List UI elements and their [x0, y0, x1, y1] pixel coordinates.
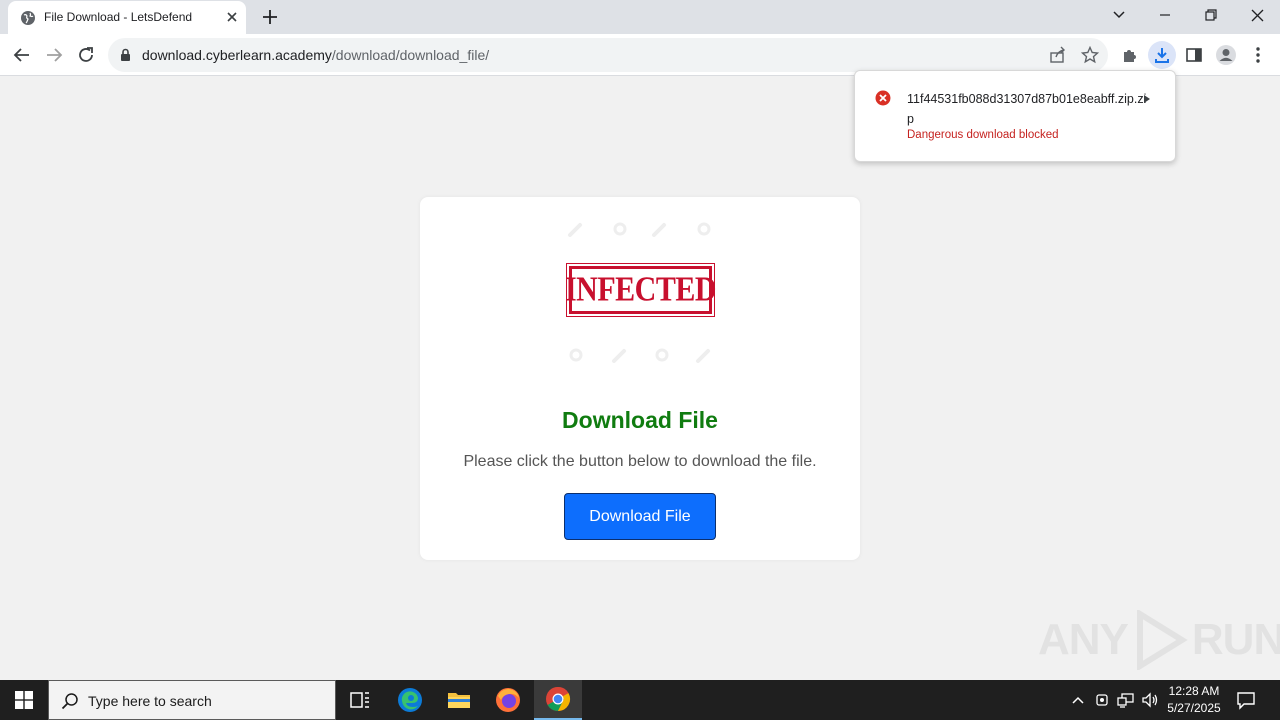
meet-now-icon[interactable] [1093, 690, 1113, 710]
url-host: download.cyberlearn.academy [142, 47, 332, 63]
url-text: download.cyberlearn.academy/download/dow… [142, 47, 489, 63]
taskbar-file-explorer[interactable] [435, 680, 483, 720]
expand-arrow-icon[interactable] [1142, 93, 1152, 105]
lock-icon[interactable] [120, 48, 131, 62]
error-icon [875, 90, 891, 106]
address-bar[interactable]: download.cyberlearn.academy/download/dow… [108, 38, 1108, 72]
extensions-icon[interactable] [1118, 43, 1142, 67]
folder-icon [448, 693, 470, 708]
reload-icon[interactable] [74, 43, 98, 67]
globe-icon [21, 11, 35, 25]
watermark-right: RUN [1191, 615, 1280, 664]
watermark-left: ANY [1038, 615, 1129, 664]
tab-search-icon[interactable] [1096, 0, 1142, 30]
volume-icon[interactable] [1140, 690, 1160, 710]
download-file-name[interactable]: 11f44531fb088d31307d87b01e8eabff.zip.zip [907, 89, 1147, 129]
bookmark-star-icon[interactable] [1078, 43, 1102, 67]
restore-icon[interactable] [1188, 0, 1234, 30]
infected-stamp: INFECTED [565, 263, 717, 317]
start-button[interactable] [0, 680, 48, 720]
windows-taskbar: Type here to search 12:28 AM 5/27/2025 [0, 680, 1280, 720]
browser-tab[interactable]: File Download - LetsDefend [8, 1, 246, 34]
edge-icon [398, 688, 422, 712]
tab-title: File Download - LetsDefend [44, 10, 193, 24]
taskbar-search-box[interactable]: Type here to search [48, 680, 336, 720]
firefox-icon [496, 688, 520, 712]
network-icon[interactable] [1116, 690, 1136, 710]
play-logo-icon [1136, 610, 1188, 670]
tray-overflow-icon[interactable] [1068, 690, 1088, 710]
task-view-icon [350, 692, 369, 708]
search-placeholder: Type here to search [88, 693, 212, 709]
search-icon [61, 693, 78, 710]
task-view-button[interactable] [336, 680, 384, 720]
notification-icon[interactable] [1236, 690, 1256, 710]
close-window-icon[interactable] [1234, 0, 1280, 30]
page-description: Please click the button below to downloa… [463, 453, 817, 470]
forward-icon[interactable] [42, 43, 66, 67]
clock-date: 5/27/2025 [1167, 701, 1221, 715]
chrome-icon [546, 686, 571, 711]
tab-strip: File Download - LetsDefend [0, 0, 1280, 34]
page-title: Download File [562, 407, 718, 433]
taskbar-clock[interactable]: 12:28 AM 5/27/2025 [1160, 683, 1228, 717]
taskbar-edge[interactable] [386, 680, 434, 720]
stamp-text: INFECTED [564, 270, 717, 309]
download-card: INFECTED Download File Please click the … [420, 197, 860, 560]
windows-logo-icon [15, 691, 33, 709]
menu-kebab-icon[interactable] [1246, 43, 1270, 67]
clock-time: 12:28 AM [1168, 684, 1220, 698]
minimize-icon[interactable] [1142, 0, 1188, 30]
taskbar-firefox[interactable] [484, 680, 532, 720]
tab-close-icon[interactable] [224, 9, 240, 25]
downloads-icon[interactable] [1148, 41, 1176, 69]
download-status: Dangerous download blocked [907, 129, 1059, 141]
url-path: /download/download_file/ [331, 47, 490, 63]
new-tab-icon[interactable] [260, 7, 280, 27]
profile-avatar-icon[interactable] [1214, 43, 1238, 67]
share-icon[interactable] [1046, 43, 1070, 67]
download-file-button[interactable]: Download File [564, 493, 716, 540]
anyrun-watermark: ANY RUN [1038, 610, 1280, 670]
taskbar-chrome[interactable] [534, 680, 582, 720]
download-bubble: 11f44531fb088d31307d87b01e8eabff.zip.zip… [854, 70, 1176, 162]
back-icon[interactable] [10, 43, 34, 67]
side-panel-icon[interactable] [1182, 43, 1206, 67]
